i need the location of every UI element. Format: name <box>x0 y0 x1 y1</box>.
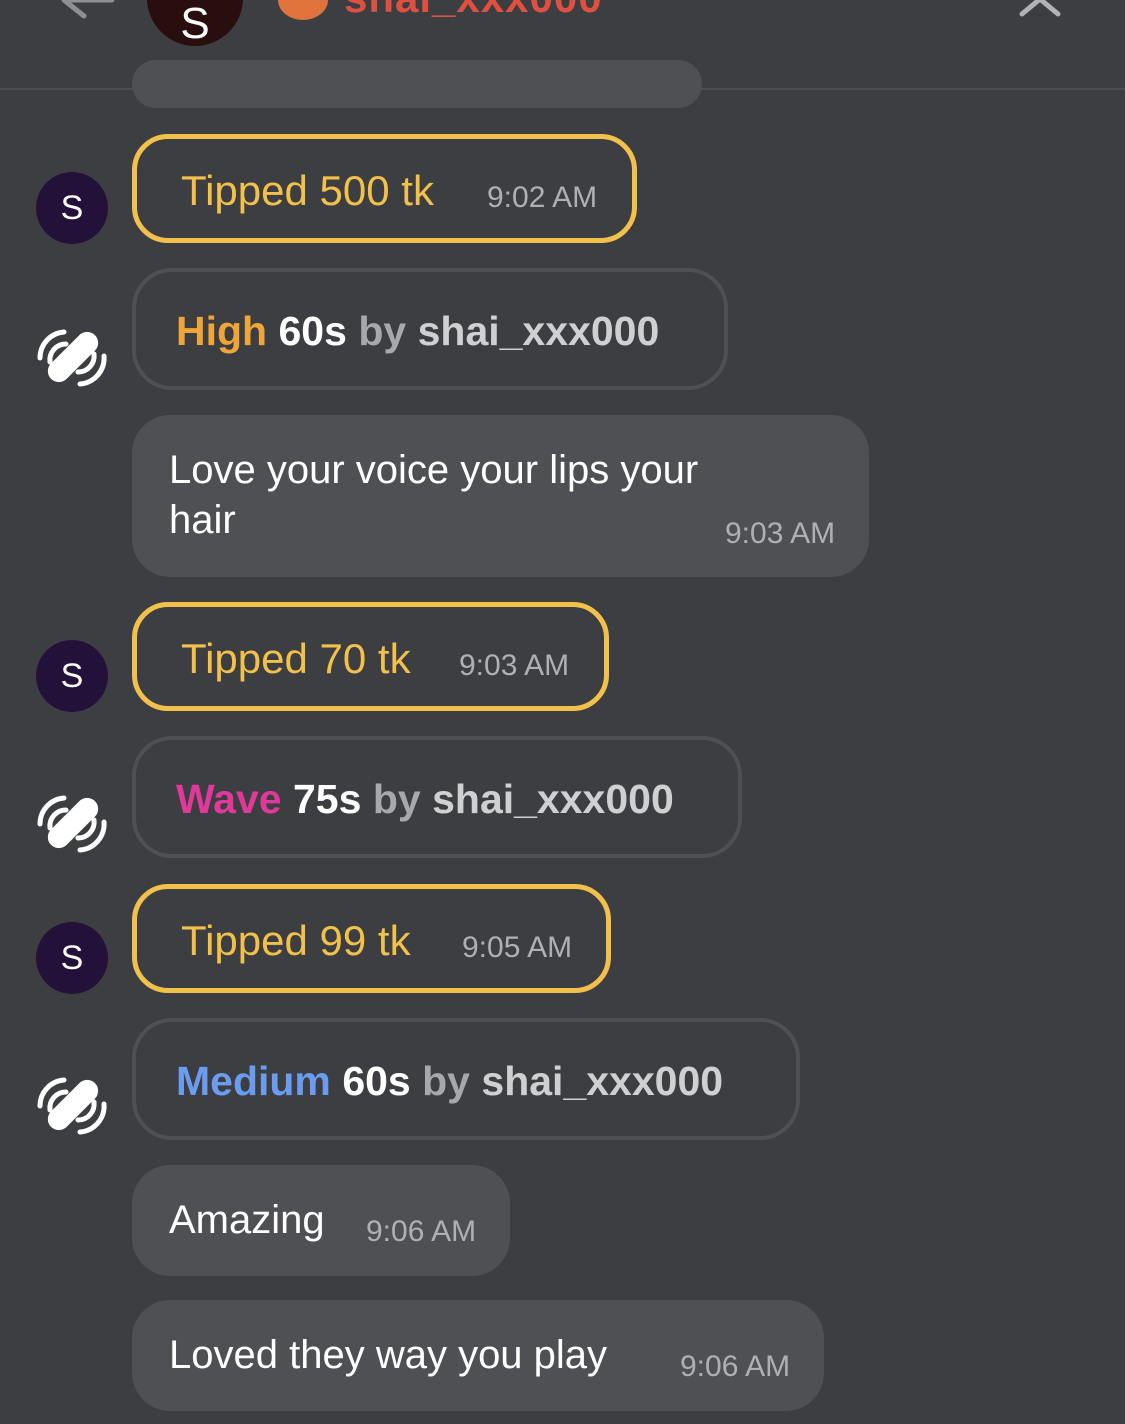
chat-message: Amazing 9:06 AM <box>132 1165 510 1276</box>
message-time: 9:05 AM <box>462 931 573 964</box>
toy-duration: 60s <box>278 308 347 354</box>
tip-message: Tipped 500 tk 9:02 AM <box>132 134 637 243</box>
message-time: 9:03 AM <box>459 649 570 682</box>
header-avatar-letter: S <box>180 0 210 48</box>
message-time: 9:06 AM <box>366 1215 477 1248</box>
toy-activation-message: High 60s by shai_xxx000 <box>132 268 728 390</box>
message-time: 9:06 AM <box>680 1350 791 1383</box>
message-text-line1: Love your voice your lips your <box>169 448 699 492</box>
tip-message: Tipped 99 tk 9:05 AM <box>132 884 611 993</box>
rank-badge-icon <box>278 0 328 20</box>
message-text: Loved they way you play <box>169 1333 608 1377</box>
toy-duration: 75s <box>293 776 362 822</box>
close-icon[interactable] <box>1018 0 1062 18</box>
message-time: 9:03 AM <box>725 517 836 550</box>
toy-username: shai_xxx000 <box>432 776 674 822</box>
toy-activation-text: Wave 75s by shai_xxx000 <box>176 776 674 823</box>
toy-level: Wave <box>176 776 282 822</box>
toy-username: shai_xxx000 <box>417 308 660 354</box>
sender-avatar[interactable]: S <box>36 922 108 994</box>
header-username[interactable]: shai_xxx000 <box>344 0 603 22</box>
toy-activation-text: Medium 60s by shai_xxx000 <box>176 1058 723 1105</box>
toy-username: shai_xxx000 <box>481 1058 724 1104</box>
message-time: 9:02 AM <box>487 181 598 214</box>
tip-amount-text: Tipped 99 tk <box>181 917 411 964</box>
tip-amount-text: Tipped 500 tk <box>181 167 434 214</box>
toy-by-label: by <box>422 1058 470 1104</box>
toy-level: High <box>176 308 268 354</box>
chat-message: Loved they way you play 9:06 AM <box>132 1300 824 1411</box>
back-arrow-icon[interactable] <box>60 0 116 20</box>
more-options-icon[interactable] <box>636 0 696 2</box>
vibrator-toy-icon <box>37 329 107 387</box>
sender-avatar[interactable]: S <box>36 172 108 244</box>
toy-level: Medium <box>176 1058 331 1104</box>
chat-message: Love your voice your lips your hair 9:03… <box>132 415 869 577</box>
tip-message: Tipped 70 tk 9:03 AM <box>132 602 609 711</box>
vibrator-toy-icon <box>37 1077 107 1135</box>
toy-by-label: by <box>372 776 421 822</box>
toy-activation-message: Wave 75s by shai_xxx000 <box>132 736 742 858</box>
message-text-line2: hair <box>169 498 236 542</box>
toy-activation-message: Medium 60s by shai_xxx000 <box>132 1018 800 1140</box>
sender-avatar[interactable]: S <box>36 640 108 712</box>
tip-amount-text: Tipped 70 tk <box>181 635 411 682</box>
previous-message-bubble <box>132 60 702 108</box>
toy-duration: 60s <box>342 1058 411 1104</box>
toy-by-label: by <box>358 308 407 354</box>
message-text: Amazing <box>169 1198 325 1242</box>
header-avatar[interactable]: S <box>147 0 243 48</box>
vibrator-toy-icon <box>37 795 107 853</box>
toy-activation-text: High 60s by shai_xxx000 <box>176 308 659 355</box>
